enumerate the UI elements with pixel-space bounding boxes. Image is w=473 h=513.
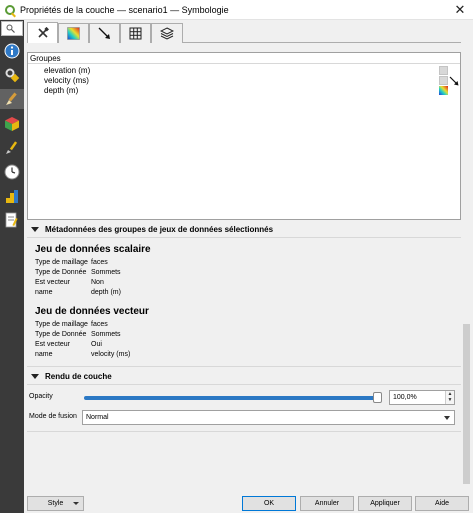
opacity-slider-handle[interactable] bbox=[373, 392, 382, 403]
style-menu-button[interactable]: Style bbox=[27, 496, 84, 511]
blend-mode-label: Mode de fusion bbox=[29, 413, 77, 420]
opacity-stepper[interactable]: ▲ ▼ bbox=[445, 391, 454, 404]
section-divider bbox=[27, 384, 461, 385]
velocity-vector-arrow-icon[interactable] bbox=[449, 76, 459, 86]
scalar-dataset-title: Jeu de données scalaire bbox=[35, 244, 151, 255]
scrollbar-thumb[interactable] bbox=[463, 324, 470, 484]
depth-color-ramp-icon[interactable] bbox=[439, 86, 448, 95]
sidebar-search-input[interactable] bbox=[1, 21, 23, 36]
search-icon bbox=[6, 24, 15, 33]
vector-key: name bbox=[35, 351, 53, 358]
symbology-tabs bbox=[27, 22, 461, 43]
tab-general[interactable] bbox=[27, 22, 58, 43]
close-button[interactable]: ✕ bbox=[452, 2, 468, 18]
layers-icon bbox=[160, 27, 174, 40]
scalar-value: depth (m) bbox=[91, 289, 121, 296]
metadata-section-title: Métadonnées des groupes de jeux de donné… bbox=[45, 225, 274, 234]
help-button[interactable]: Aide bbox=[415, 496, 469, 511]
collapse-arrow-icon bbox=[31, 374, 39, 379]
apply-button[interactable]: Appliquer bbox=[358, 496, 412, 511]
style-button-label: Style bbox=[47, 500, 64, 507]
vertical-scrollbar[interactable] bbox=[462, 44, 471, 484]
collapse-arrow-icon bbox=[31, 227, 39, 232]
chevron-down-icon bbox=[444, 416, 450, 420]
section-divider bbox=[27, 431, 461, 432]
opacity-label: Opacity bbox=[29, 393, 53, 400]
wrench-hammer-icon bbox=[37, 27, 49, 38]
scalar-value: Non bbox=[91, 279, 104, 286]
brush-icon bbox=[6, 141, 18, 154]
vector-value: Oui bbox=[91, 341, 102, 348]
sidebar-item-source[interactable] bbox=[2, 65, 22, 85]
groups-panel: Groupes elevation (m) velocity (ms) dept… bbox=[27, 52, 461, 220]
scalar-value: faces bbox=[91, 259, 108, 266]
sidebar-item-symbology[interactable] bbox=[0, 89, 24, 109]
groups-header: Groupes bbox=[28, 53, 460, 64]
metadata-section-toggle[interactable]: Métadonnées des groupes de jeux de donné… bbox=[27, 222, 461, 237]
vector-value: velocity (ms) bbox=[91, 351, 131, 358]
blend-mode-value: Normal bbox=[86, 414, 109, 421]
window-title: Propriétés de la couche — scenario1 — Sy… bbox=[20, 5, 229, 15]
vector-value: Sommets bbox=[91, 331, 121, 338]
sidebar-item-rendering[interactable] bbox=[2, 138, 22, 158]
rendering-section-title: Rendu de couche bbox=[45, 372, 112, 381]
scalar-value: Sommets bbox=[91, 269, 121, 276]
cancel-button[interactable]: Annuler bbox=[300, 496, 354, 511]
sidebar-item-3d-view[interactable] bbox=[2, 114, 22, 134]
qgis-logo-icon bbox=[5, 5, 15, 15]
chevron-down-icon bbox=[73, 502, 79, 505]
metadata-panel: Jeu de données scalaire Type de maillage… bbox=[27, 237, 461, 365]
scalar-key: Type de Donnée bbox=[35, 269, 87, 276]
sidebar-item-information[interactable] bbox=[2, 41, 22, 61]
dialog-button-bar: Style OK Annuler Appliquer Aide bbox=[24, 488, 473, 513]
elevation-icon bbox=[6, 190, 18, 203]
tab-vectors[interactable] bbox=[89, 23, 120, 43]
document-edit-icon bbox=[5, 212, 18, 228]
title-bar: Propriétés de la couche — scenario1 — Sy… bbox=[0, 0, 473, 20]
vector-key: Type de maillage bbox=[35, 321, 88, 328]
ok-button[interactable]: OK bbox=[242, 496, 296, 511]
vector-key: Type de Donnée bbox=[35, 331, 87, 338]
scalar-key: name bbox=[35, 289, 53, 296]
blend-mode-select[interactable]: Normal bbox=[82, 410, 455, 425]
tools-icon bbox=[5, 68, 20, 83]
cube-icon bbox=[5, 117, 19, 131]
info-icon bbox=[4, 43, 20, 59]
sidebar-item-temporal[interactable] bbox=[2, 162, 22, 182]
group-item-velocity[interactable]: velocity (ms) bbox=[44, 76, 89, 86]
tab-stacked-mesh[interactable] bbox=[151, 23, 183, 43]
sidebar-item-elevation[interactable] bbox=[2, 186, 22, 206]
color-ramp-icon bbox=[67, 27, 80, 40]
opacity-spinbox[interactable]: 100,0% ▲ ▼ bbox=[389, 390, 455, 405]
opacity-slider-track[interactable] bbox=[84, 396, 382, 400]
rendering-section-toggle[interactable]: Rendu de couche bbox=[27, 369, 461, 384]
tab-contours[interactable] bbox=[58, 23, 89, 43]
scalar-key: Type de maillage bbox=[35, 259, 88, 266]
paintbrush-icon bbox=[6, 92, 17, 105]
vector-arrow-icon bbox=[98, 27, 110, 39]
tab-mesh-rendering[interactable] bbox=[120, 23, 151, 43]
spin-down-icon[interactable]: ▼ bbox=[446, 397, 454, 403]
group-item-elevation[interactable]: elevation (m) bbox=[44, 66, 90, 76]
elevation-contours-toggle[interactable] bbox=[439, 66, 448, 75]
opacity-value: 100,0% bbox=[393, 394, 417, 401]
group-item-depth[interactable]: depth (m) bbox=[44, 86, 78, 96]
vector-dataset-title: Jeu de données vecteur bbox=[35, 306, 149, 317]
vector-value: faces bbox=[91, 321, 108, 328]
scalar-key: Est vecteur bbox=[35, 279, 71, 286]
vector-key: Est vecteur bbox=[35, 341, 71, 348]
section-divider bbox=[27, 366, 461, 367]
sidebar-item-metadata[interactable] bbox=[2, 210, 22, 230]
grid-icon bbox=[129, 27, 142, 40]
velocity-contours-toggle[interactable] bbox=[439, 76, 448, 85]
sidebar bbox=[0, 20, 24, 513]
clock-icon bbox=[4, 164, 20, 180]
